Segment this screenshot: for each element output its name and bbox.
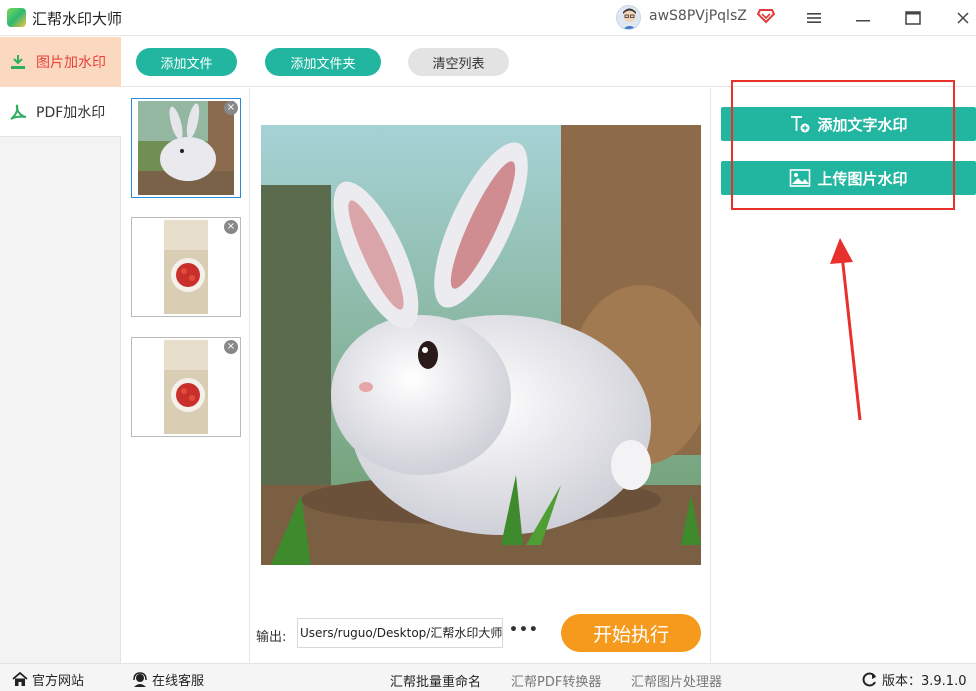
online-support-link[interactable]: 在线客服 [132,670,204,689]
official-website-label: 官方网站 [32,674,85,689]
minimize-icon[interactable] [853,8,873,28]
highlight-box [731,80,955,210]
sidebar-item-label: 图片加水印 [36,55,106,71]
app-logo-icon [7,8,26,27]
file-thumbnail[interactable]: × [131,337,241,437]
rabbit-preview-image [261,125,701,565]
title-bar: 汇帮水印大师 awS8PVjPqlsZ [0,0,976,36]
browse-more-button[interactable]: ••• [509,622,539,638]
sidebar-item-pdf-watermark[interactable]: PDF加水印 [0,87,121,137]
strawberries-thumbnail-image [164,220,208,314]
maximize-icon[interactable] [903,8,923,28]
official-website-link[interactable]: 官方网站 [12,670,84,689]
refresh-icon [862,672,878,687]
remove-file-icon[interactable]: × [224,340,238,354]
file-thumbnail[interactable]: × [131,217,241,317]
vip-diamond-icon[interactable] [756,6,776,24]
output-path-field[interactable]: Users/ruguo/Desktop/汇帮水印大师 [297,618,503,648]
pdf-converter-link[interactable]: 汇帮PDF转换器 [511,671,601,690]
version-info[interactable]: 版本：3.9.1.0 [862,670,966,689]
close-icon[interactable] [953,8,973,28]
home-icon [12,672,28,687]
start-button[interactable]: 开始执行 [561,614,701,652]
rabbit-thumbnail-image [138,101,234,195]
username[interactable]: awS8PVjPqlsZ [649,8,747,24]
file-list: × × × [122,88,250,663]
menu-icon[interactable] [804,8,824,28]
file-thumbnail[interactable]: × [131,98,241,198]
support-headset-icon [132,672,148,687]
add-folder-button[interactable]: 添加文件夹 [265,48,381,76]
image-processor-link[interactable]: 汇帮图片处理器 [631,671,722,690]
pdf-icon [7,101,29,123]
add-file-button[interactable]: 添加文件 [136,48,237,76]
version-label: 版本：3.9.1.0 [882,674,967,689]
sidebar: 图片加水印 PDF加水印 [0,37,121,663]
strawberries-thumbnail-image [164,340,208,434]
remove-file-icon[interactable]: × [224,101,238,115]
remove-file-icon[interactable]: × [224,220,238,234]
app-title: 汇帮水印大师 [32,10,123,28]
online-support-label: 在线客服 [152,674,205,689]
clear-list-button[interactable]: 清空列表 [408,48,509,76]
status-bar: 官方网站 在线客服 汇帮批量重命名 汇帮PDF转换器 汇帮图片处理器 版本：3.… [0,663,976,691]
red-arrow-annotation [820,230,870,429]
sidebar-item-label: PDF加水印 [36,104,106,121]
output-label: 输出: [256,630,287,645]
preview-panel: 输出: Users/ruguo/Desktop/汇帮水印大师 ••• 开始执行 [251,88,711,663]
avatar[interactable] [616,5,641,30]
image-watermark-icon [7,51,29,73]
app-window: 汇帮水印大师 awS8PVjPqlsZ 图片加水印 PDF加水印 添加文件 添加… [0,0,976,691]
batch-rename-link[interactable]: 汇帮批量重命名 [390,671,481,690]
sidebar-item-image-watermark[interactable]: 图片加水印 [0,37,121,87]
